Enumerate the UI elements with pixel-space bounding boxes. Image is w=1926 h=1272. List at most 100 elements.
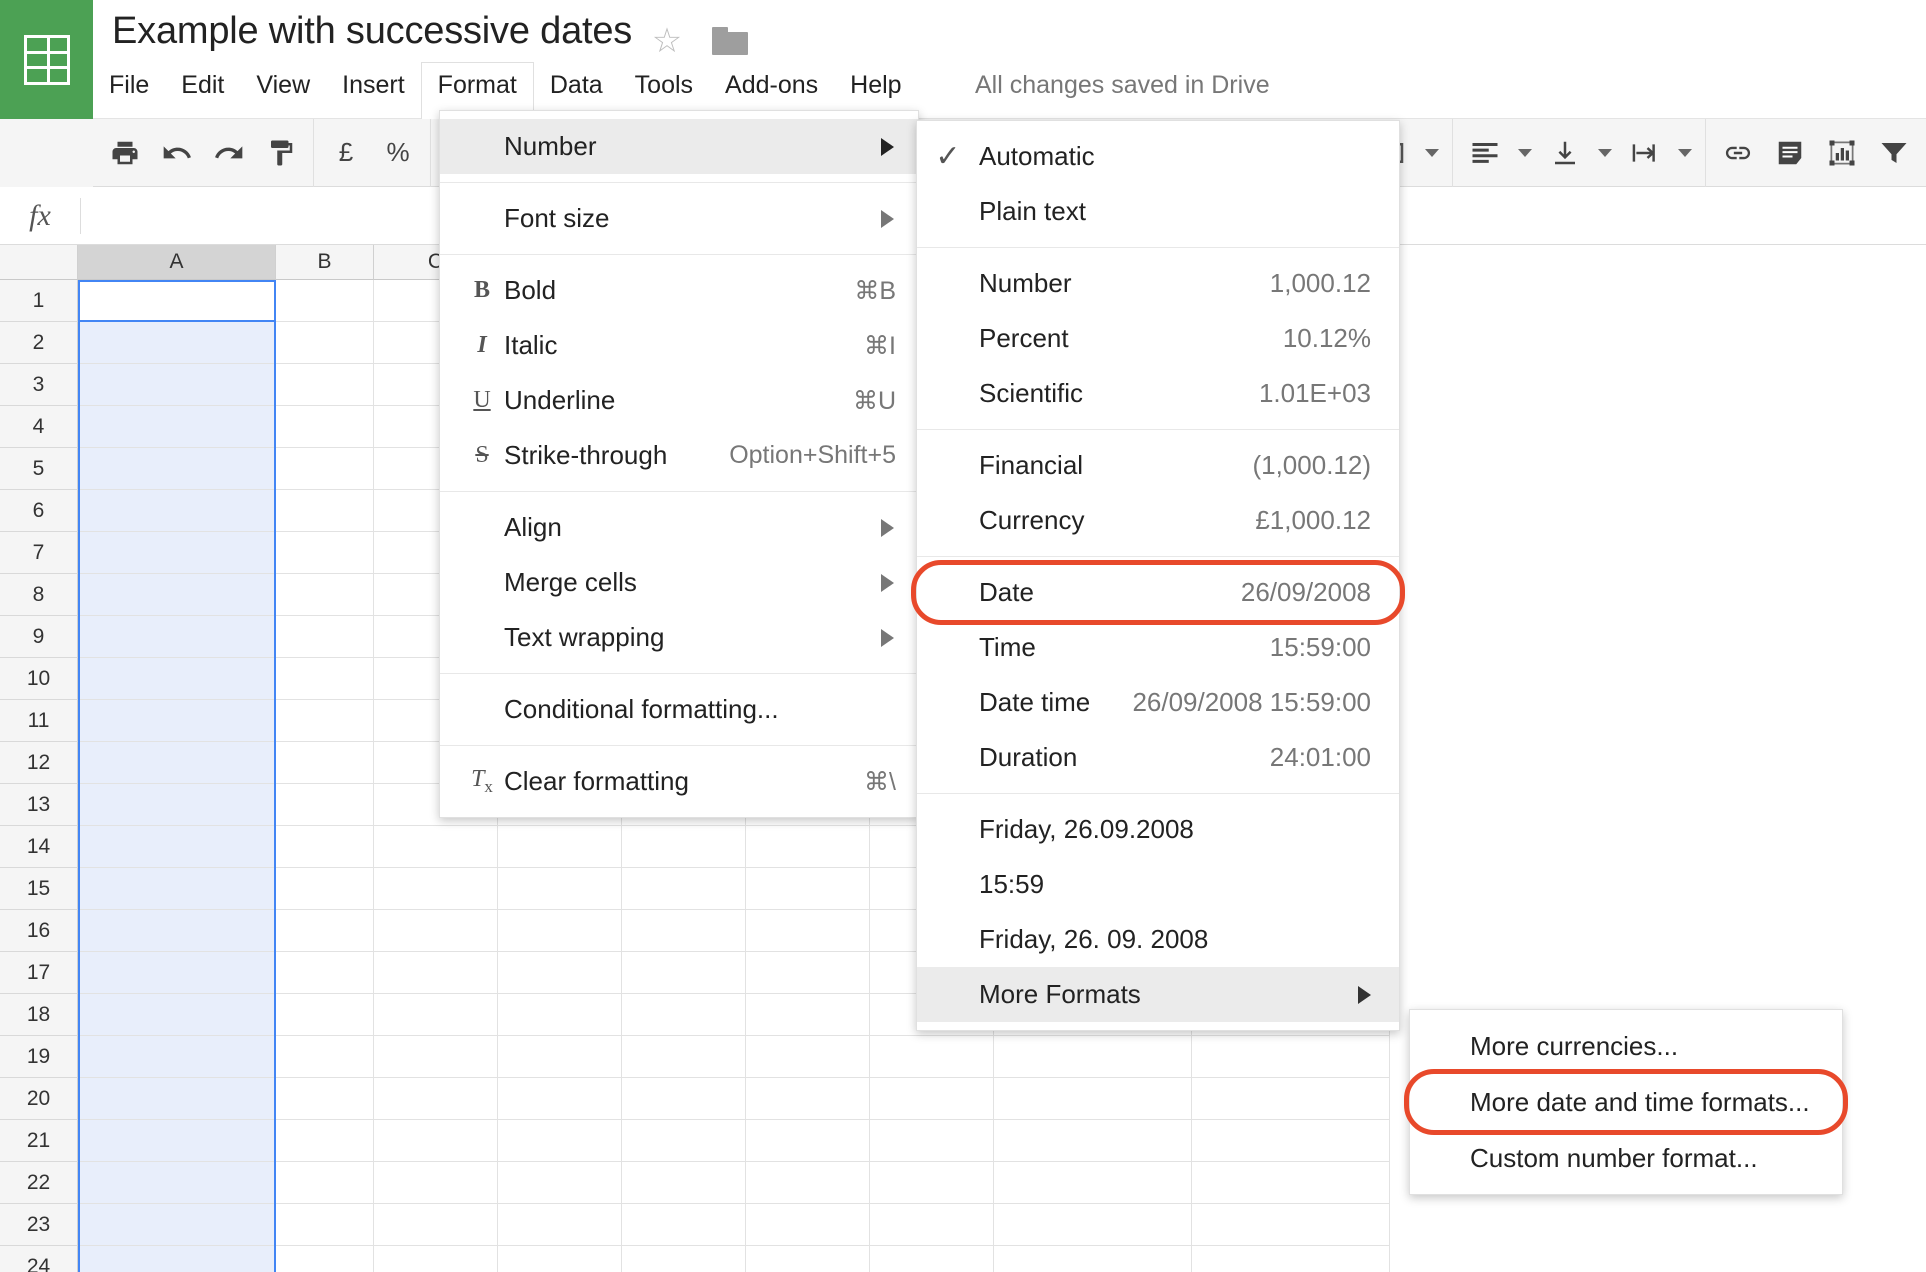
cell-A8[interactable] (78, 574, 276, 616)
number-format-item-time[interactable]: Time 15:59:00 (917, 620, 1399, 675)
folder-icon[interactable] (712, 27, 748, 55)
cell-G19[interactable] (870, 1036, 994, 1078)
cell-B14[interactable] (276, 826, 374, 868)
cell-C19[interactable] (374, 1036, 498, 1078)
number-format-item-more-formats[interactable]: More Formats (917, 967, 1399, 1022)
cell-D14[interactable] (498, 826, 622, 868)
row-header-17[interactable]: 17 (0, 952, 78, 994)
format-menu-item-merge-cells[interactable]: Merge cells (440, 555, 918, 610)
cell-D17[interactable] (498, 952, 622, 994)
cell-C23[interactable] (374, 1204, 498, 1246)
number-format-item-number[interactable]: Number 1,000.12 (917, 256, 1399, 311)
number-format-item-currency[interactable]: Currency £1,000.12 (917, 493, 1399, 548)
cell-E24[interactable] (622, 1246, 746, 1272)
cell-F20[interactable] (746, 1078, 870, 1120)
row-header-14[interactable]: 14 (0, 826, 78, 868)
vertical-align-dropdown-caret[interactable] (1591, 129, 1619, 177)
column-header-b[interactable]: B (276, 245, 374, 280)
filter-icon[interactable] (1868, 129, 1920, 177)
cell-F22[interactable] (746, 1162, 870, 1204)
number-format-item-date[interactable]: Date 26/09/2008 (917, 565, 1399, 620)
cell-I20[interactable] (1192, 1078, 1390, 1120)
cell-H23[interactable] (994, 1204, 1192, 1246)
cell-I21[interactable] (1192, 1120, 1390, 1162)
cell-E23[interactable] (622, 1204, 746, 1246)
format-menu-item-font-size[interactable]: Font size (440, 191, 918, 246)
format-menu-item-number[interactable]: Number (440, 119, 918, 174)
cell-C20[interactable] (374, 1078, 498, 1120)
insert-chart-icon[interactable] (1816, 129, 1868, 177)
cell-G20[interactable] (870, 1078, 994, 1120)
cell-D24[interactable] (498, 1246, 622, 1272)
cell-A10[interactable] (78, 658, 276, 700)
row-header-3[interactable]: 3 (0, 364, 78, 406)
number-format-item-friday-26-09-2008[interactable]: Friday, 26.09.2008 (917, 802, 1399, 857)
cell-A20[interactable] (78, 1078, 276, 1120)
cell-I22[interactable] (1192, 1162, 1390, 1204)
cell-A19[interactable] (78, 1036, 276, 1078)
cell-F17[interactable] (746, 952, 870, 994)
cell-B15[interactable] (276, 868, 374, 910)
sheets-logo-icon[interactable] (0, 0, 93, 119)
cell-B13[interactable] (276, 784, 374, 826)
menu-edit[interactable]: Edit (165, 62, 240, 119)
menu-file[interactable]: File (93, 62, 165, 119)
number-format-item-friday-26-09-2008[interactable]: Friday, 26. 09. 2008 (917, 912, 1399, 967)
menu-insert[interactable]: Insert (326, 62, 421, 119)
format-menu-item-strike-through[interactable]: S Strike-through Option+Shift+5 (440, 428, 918, 483)
cell-F19[interactable] (746, 1036, 870, 1078)
more-formats-item-custom-number-format[interactable]: Custom number format... (1410, 1130, 1842, 1186)
cell-G22[interactable] (870, 1162, 994, 1204)
cell-A6[interactable] (78, 490, 276, 532)
row-header-16[interactable]: 16 (0, 910, 78, 952)
cell-I19[interactable] (1192, 1036, 1390, 1078)
cell-B23[interactable] (276, 1204, 374, 1246)
format-menu-item-align[interactable]: Align (440, 500, 918, 555)
cell-D21[interactable] (498, 1120, 622, 1162)
cell-B3[interactable] (276, 364, 374, 406)
cell-A9[interactable] (78, 616, 276, 658)
cell-A23[interactable] (78, 1204, 276, 1246)
cell-B6[interactable] (276, 490, 374, 532)
cell-H24[interactable] (994, 1246, 1192, 1272)
number-format-item-plain-text[interactable]: Plain text (917, 184, 1399, 239)
row-header-4[interactable]: 4 (0, 406, 78, 448)
cell-D18[interactable] (498, 994, 622, 1036)
page-title[interactable]: Example with successive dates (112, 10, 632, 53)
cell-A2[interactable] (78, 322, 276, 364)
cell-F18[interactable] (746, 994, 870, 1036)
align-dropdown-caret[interactable] (1511, 129, 1539, 177)
format-menu-item-italic[interactable]: I Italic ⌘I (440, 318, 918, 373)
cell-B12[interactable] (276, 742, 374, 784)
cell-B9[interactable] (276, 616, 374, 658)
cell-E18[interactable] (622, 994, 746, 1036)
cell-C15[interactable] (374, 868, 498, 910)
cell-C14[interactable] (374, 826, 498, 868)
row-header-21[interactable]: 21 (0, 1120, 78, 1162)
select-all-corner[interactable] (0, 245, 78, 280)
format-menu-item-conditional-formatting[interactable]: Conditional formatting... (440, 682, 918, 737)
text-wrap-icon[interactable] (1619, 129, 1671, 177)
row-header-22[interactable]: 22 (0, 1162, 78, 1204)
number-format-item-automatic[interactable]: ✓ Automatic (917, 129, 1399, 184)
number-format-item-date-time[interactable]: Date time 26/09/2008 15:59:00 (917, 675, 1399, 730)
row-header-23[interactable]: 23 (0, 1204, 78, 1246)
print-icon[interactable] (99, 129, 151, 177)
active-cell-a1[interactable] (78, 280, 276, 322)
cell-B8[interactable] (276, 574, 374, 616)
cell-D19[interactable] (498, 1036, 622, 1078)
cell-B20[interactable] (276, 1078, 374, 1120)
cell-A12[interactable] (78, 742, 276, 784)
cell-H19[interactable] (994, 1036, 1192, 1078)
cell-H21[interactable] (994, 1120, 1192, 1162)
number-format-item-percent[interactable]: Percent 10.12% (917, 311, 1399, 366)
row-header-20[interactable]: 20 (0, 1078, 78, 1120)
cell-E20[interactable] (622, 1078, 746, 1120)
cell-B22[interactable] (276, 1162, 374, 1204)
currency-icon[interactable]: £ (320, 129, 372, 177)
cell-A13[interactable] (78, 784, 276, 826)
row-header-9[interactable]: 9 (0, 616, 78, 658)
cell-E21[interactable] (622, 1120, 746, 1162)
menu-view[interactable]: View (240, 62, 326, 119)
cell-A22[interactable] (78, 1162, 276, 1204)
